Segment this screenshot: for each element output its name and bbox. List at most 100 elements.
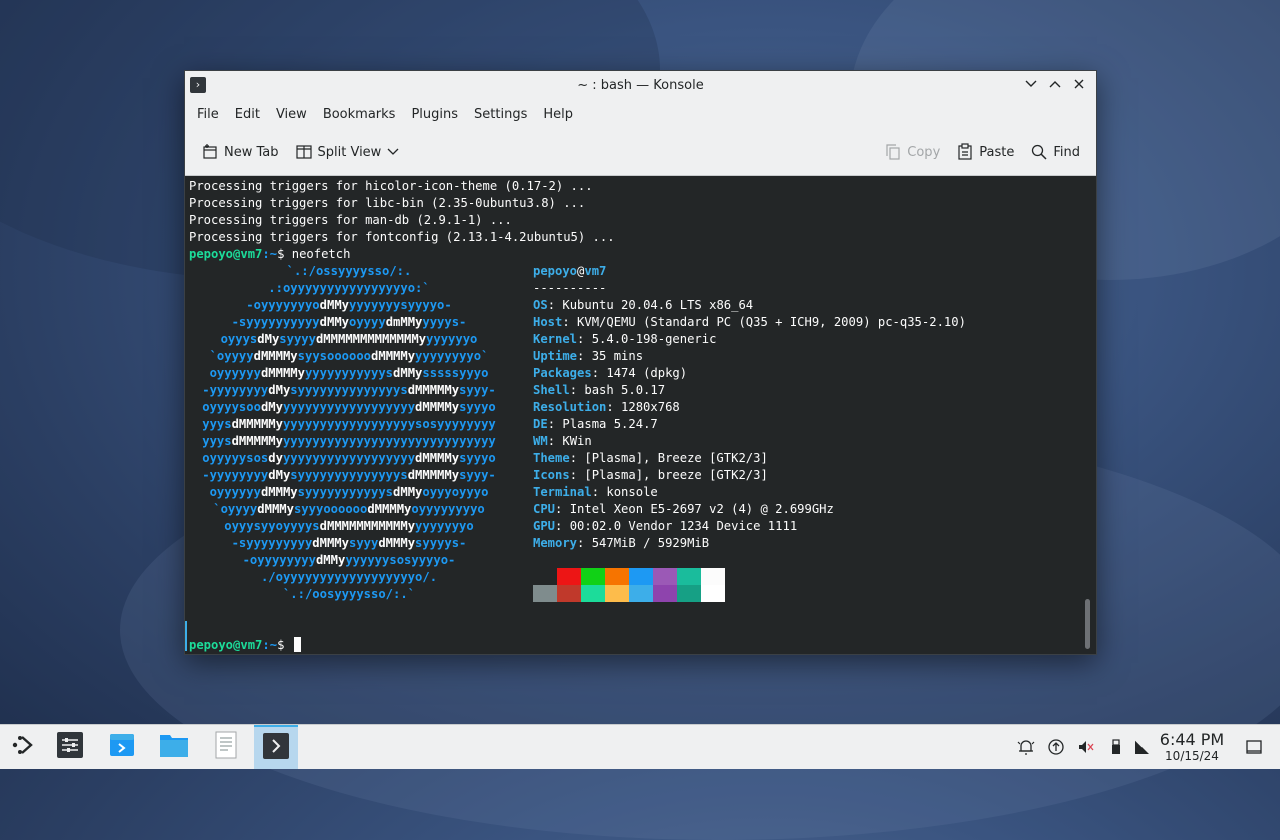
paste-icon — [956, 143, 974, 161]
find-button[interactable]: Find — [1022, 139, 1088, 165]
info-key: DE — [533, 417, 548, 431]
logo-segment: yyyyyyysyyyyo- — [349, 298, 452, 312]
task-konsole[interactable] — [254, 725, 298, 769]
menu-help[interactable]: Help — [535, 107, 581, 122]
minimize-icon[interactable] — [1022, 75, 1040, 93]
new-tab-icon — [201, 143, 219, 161]
logo-segment: syyyy — [279, 332, 316, 346]
menu-bookmarks[interactable]: Bookmarks — [315, 107, 404, 122]
logo-segment: .:oyyyyyyyyyyyyyyyyo:` — [268, 281, 430, 295]
info-key: Resolution — [533, 400, 607, 414]
usb-device-icon[interactable] — [1106, 737, 1126, 757]
info-line: OS: Kubuntu 20.04.6 LTS x86_64 — [533, 297, 753, 314]
copy-button[interactable]: Copy — [876, 139, 948, 165]
color-swatch — [629, 568, 653, 602]
task-system-settings[interactable] — [48, 729, 92, 765]
logo-segment: yyyyyyyyo` — [415, 349, 489, 363]
logo-line: ./oyyyyyyyyyyyyyyyyyyo/. — [189, 569, 509, 586]
info-user: pepoyo — [533, 264, 578, 278]
info-key: Icons — [533, 468, 570, 482]
split-view-label: Split View — [317, 144, 382, 160]
menu-view[interactable]: View — [268, 107, 315, 122]
scrollbar[interactable] — [1085, 599, 1090, 649]
color-swatch — [605, 568, 629, 602]
info-title: pepoyo@vm7 — [533, 263, 606, 280]
logo-segment: dMMy — [319, 315, 349, 329]
logo-segment: yyyyyyyyyyyyyyyyyysosyyyyyyyy — [282, 417, 496, 431]
logo-line: `oyyyydMMMMysyysoooooodMMMMyyyyyyyyyo` — [189, 348, 509, 365]
logo-segment: yyys — [202, 417, 232, 431]
info-value: : KWin — [547, 434, 592, 448]
logo-segment: dMMMMMMMMMMMy — [319, 519, 416, 533]
task-text-editor[interactable] — [204, 729, 248, 765]
text-cursor — [293, 637, 301, 652]
menu-settings[interactable]: Settings — [466, 107, 535, 122]
paste-button[interactable]: Paste — [948, 139, 1022, 165]
task-discover[interactable] — [100, 729, 144, 765]
logo-segment: yyyyyyyyyyys — [304, 366, 394, 380]
discover-icon — [108, 731, 136, 763]
logo-segment: dMMMMMy — [407, 383, 460, 397]
info-key: OS — [533, 298, 548, 312]
logo-segment: syyyyyyyyyyyyyys — [290, 468, 408, 482]
network-icon[interactable] — [1132, 737, 1152, 757]
notifications-icon[interactable] — [1016, 737, 1036, 757]
logo-segment: oyyys — [220, 332, 258, 346]
logo-segment: syysoooooo — [297, 349, 372, 363]
logo-segment: dMMMMMy — [231, 434, 283, 448]
logo-segment: -yyyyyyyy — [202, 383, 269, 397]
find-label: Find — [1053, 144, 1080, 160]
kde-launcher-icon — [9, 732, 35, 762]
logo-segment: dMy — [257, 332, 280, 346]
color-swatch — [557, 568, 581, 602]
info-key: WM — [533, 434, 548, 448]
app-launcher-button[interactable] — [0, 729, 44, 765]
logo-segment: dMMMMy — [260, 366, 305, 380]
menu-file[interactable]: File — [189, 107, 227, 122]
prompt-user: pepoyo@vm7 — [189, 247, 263, 261]
logo-segment: dy — [268, 451, 283, 465]
logo-segment: dMMMy — [257, 502, 294, 516]
prompt-line: pepoyo@vm7:~$ — [189, 637, 301, 654]
clock-time: 6:44 PM — [1159, 730, 1225, 749]
split-view-icon — [295, 143, 313, 161]
info-value: : konsole — [591, 485, 658, 499]
updates-icon[interactable] — [1046, 737, 1066, 757]
terminal-area[interactable]: Processing triggers for hicolor-icon-the… — [185, 176, 1096, 654]
logo-segment: dMMMMy — [415, 451, 460, 465]
menu-plugins[interactable]: Plugins — [403, 107, 466, 122]
menu-edit[interactable]: Edit — [227, 107, 268, 122]
digital-clock[interactable]: 6:44 PM 10/15/24 — [1154, 730, 1230, 764]
close-icon[interactable] — [1070, 75, 1088, 93]
konsole-app-icon[interactable]: › — [190, 77, 206, 93]
logo-segment: `oyyyy — [213, 502, 258, 516]
info-value: : 35 mins — [577, 349, 644, 363]
logo-segment: `oyyyy — [209, 349, 254, 363]
info-value: : Intel Xeon E5-2697 v2 (4) @ 2.699GHz — [555, 502, 834, 516]
info-host: vm7 — [584, 264, 607, 278]
logo-segment: syyyyyyyyyyys — [297, 485, 394, 499]
info-value: : 547MiB / 5929MiB — [577, 536, 710, 550]
title-bar[interactable]: › ~ : bash — Konsole — [185, 71, 1096, 99]
logo-segment: syyyys- — [415, 536, 467, 550]
task-dolphin[interactable] — [152, 729, 196, 765]
info-value: : 1474 (dpkg) — [591, 366, 688, 380]
split-view-button[interactable]: Split View — [287, 139, 409, 165]
info-key: Packages — [533, 366, 592, 380]
logo-line: yyysdMMMMMyyyyyyyyyyyyyyyyyyyyyyyyyyyyyy — [189, 433, 509, 450]
color-swatch — [533, 568, 557, 602]
logo-segment: dMMMMMy — [407, 468, 460, 482]
show-desktop-icon[interactable] — [1244, 737, 1264, 757]
logo-line: `.:/ossyyyysso/:. — [189, 263, 509, 280]
info-line: Shell: bash 5.0.17 — [533, 382, 665, 399]
toolbar: New Tab Split View Copy Paste Find — [185, 129, 1096, 176]
maximize-icon[interactable] — [1046, 75, 1064, 93]
logo-segment: yyyyyyyyyyyyyyyyyy — [282, 451, 416, 465]
logo-segment: syyyyyyyyyyyyyys — [290, 383, 408, 397]
new-tab-button[interactable]: New Tab — [193, 139, 287, 165]
volume-muted-icon[interactable] — [1076, 737, 1096, 757]
logo-segment: -syyyyyyyyy — [231, 536, 313, 550]
info-line: Kernel: 5.4.0-198-generic — [533, 331, 716, 348]
logo-line: -yyyyyyyydMysyyyyyyyyyyyyyysdMMMMMysyyy- — [189, 382, 509, 399]
info-key: Uptime — [533, 349, 578, 363]
